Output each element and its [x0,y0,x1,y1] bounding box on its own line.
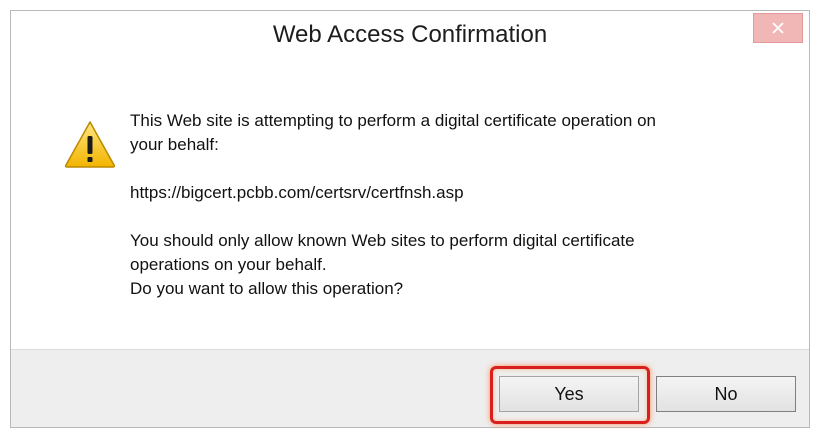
no-button[interactable]: No [656,376,796,412]
dialog-body: This Web site is attempting to perform a… [11,63,809,349]
web-access-confirmation-dialog: Web Access Confirmation This Web site is… [10,10,810,428]
warning-icon [64,121,116,168]
message-question: Do you want to allow this operation? [130,279,404,298]
close-button[interactable] [753,13,803,43]
message-text: This Web site is attempting to perform a… [130,109,770,301]
site-url: https://bigcert.pcbb.com/certsrv/certfns… [130,183,464,202]
title-bar: Web Access Confirmation [11,11,809,63]
button-bar: Yes No [11,349,809,427]
message-line-3: You should only allow known Web sites to… [130,231,635,250]
yes-button[interactable]: Yes [499,376,639,412]
message-line-4: operations on your behalf. [130,255,327,274]
message-line-2: your behalf: [130,135,219,154]
message-line-1: This Web site is attempting to perform a… [130,111,656,130]
window-title: Web Access Confirmation [272,21,548,48]
close-icon [772,22,784,34]
